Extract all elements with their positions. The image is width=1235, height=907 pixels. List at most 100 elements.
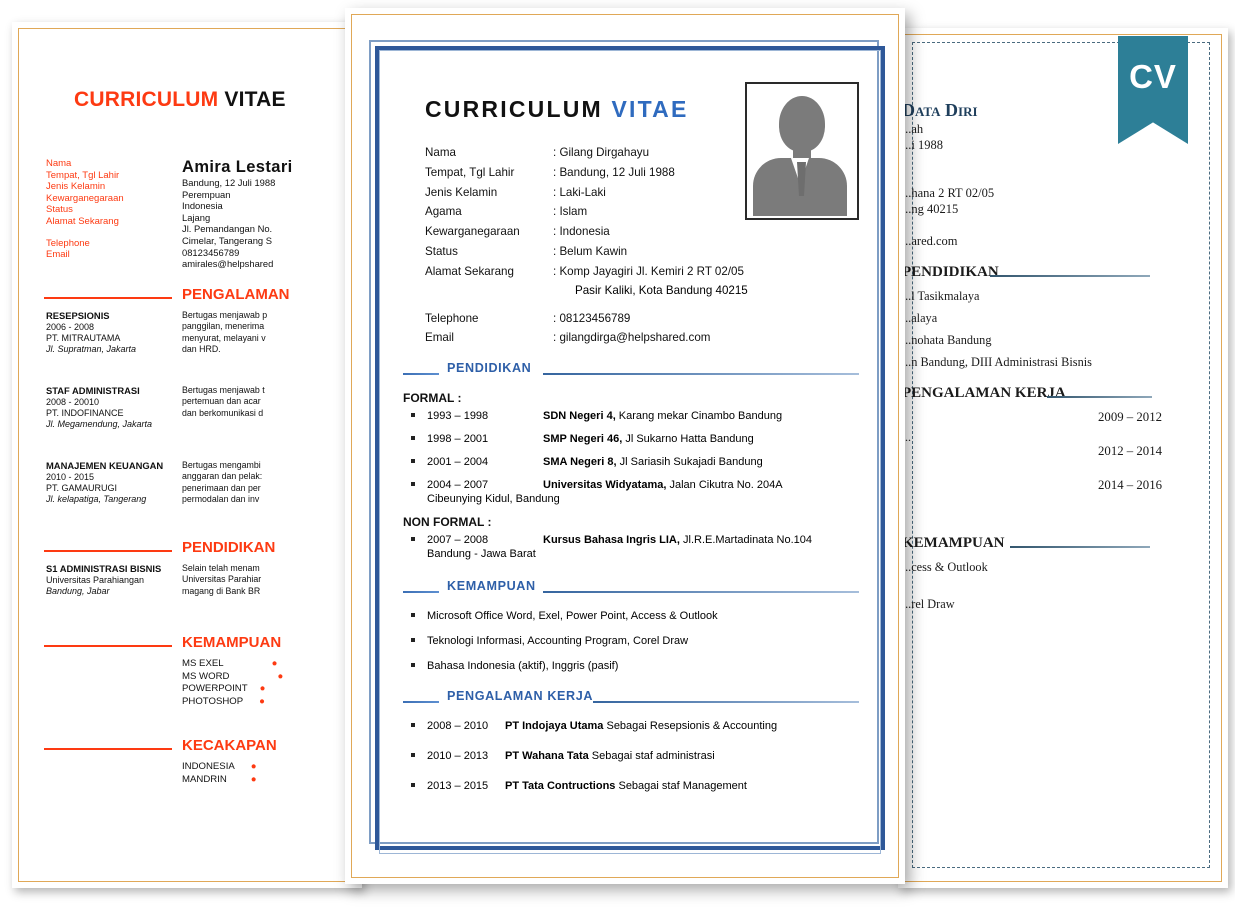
work-role-1: Sebagai staf administrasi xyxy=(588,750,715,763)
section-rule xyxy=(44,645,172,647)
section-title-pengalaman: PENGALAMAN xyxy=(182,286,290,303)
right-skill-item: ...cess & Outlook xyxy=(902,560,988,574)
left-section-skills: KEMAMPUAN xyxy=(36,632,352,658)
skill-0: MS EXEL xyxy=(182,658,224,669)
work-company-0: PT Indojaya Utama xyxy=(505,720,604,733)
value-status: : Belum Kawin xyxy=(553,244,628,258)
section-title-kecakapan: KECAKAPAN xyxy=(182,737,277,754)
section-rule xyxy=(1010,546,1150,548)
work-role-2: Sebagai staf Management xyxy=(615,780,747,793)
right-section-title-pendidikan: PENDIDIKAN xyxy=(902,264,999,280)
value-address-1: Jl. Pemandangan No. xyxy=(182,223,273,235)
exp-desc-2-0: Bertugas mengambi xyxy=(182,460,261,470)
work-company-1: PT Wahana Tata xyxy=(505,750,589,763)
value-tempat-tgl-lahir: : Bandung, 12 Juli 1988 xyxy=(553,165,675,179)
value-telephone: : 08123456789 xyxy=(553,311,631,325)
exp-years-0: 2006 - 2008 xyxy=(46,322,95,332)
value-nama: : Gilang Dirgahayu xyxy=(553,146,650,159)
exp-company-2: PT. GAMAURUGI xyxy=(46,483,118,493)
left-identity-labels: Nama Tempat, Tgl Lahir Jenis Kelamin Kew… xyxy=(46,158,124,261)
label-telephone: Telephone xyxy=(425,311,479,325)
value-nationality: Indonesia xyxy=(182,200,223,212)
section-rule-right xyxy=(543,591,859,594)
education-entry: 2004 – 2007 Universitas Widyatama, Jalan… xyxy=(403,478,859,506)
left-experience-item: RESEPSIONIS 2006 - 2008 PT. MITRAUTAMA J… xyxy=(36,310,352,370)
exp-place-0: Jl. Supratman, Jakarta xyxy=(46,344,137,354)
section-rule xyxy=(990,275,1150,277)
left-identity-values: Amira Lestari Bandung, 12 Juli 1988 Pere… xyxy=(182,158,293,270)
label-nama: Nama xyxy=(46,158,72,169)
language-0: INDONESIA xyxy=(182,761,235,772)
nonformal-course-0: Kursus Bahasa Ingris LIA, xyxy=(543,534,680,547)
edu-school-1: SMP Negeri 46, xyxy=(543,433,623,446)
identity-row: Nama : Gilang Dirgahayu xyxy=(403,143,859,163)
value-kewarganegaraan: : Indonesia xyxy=(553,225,610,239)
exp-years-1: 2008 - 20010 xyxy=(46,397,100,407)
left-resume-page[interactable]: CURRICULUM VITAE Nama Tempat, Tgl Lahir … xyxy=(12,22,362,888)
identity-row: Alamat Sekarang : Komp Jayagiri Jl. Kemi… xyxy=(403,262,859,282)
left-page-title: CURRICULUM VITAE xyxy=(74,88,352,112)
edu-place: Bandung, Jabar xyxy=(46,586,110,596)
exp-desc-2-2: penerimaan dan per xyxy=(182,482,261,493)
nonformal-detail-0-line2: Bandung - Jawa Barat xyxy=(427,548,536,561)
label-agama: Agama xyxy=(425,205,462,219)
edu-school-0: SDN Negeri 4, xyxy=(543,410,616,423)
label-kewarganegaraan: Kewarganegaraan xyxy=(425,225,520,239)
exp-desc-0-3: dan HRD. xyxy=(182,343,221,354)
center-resume-page[interactable]: CURRICULUM VITAE Nama : Gilang Dirgahayu… xyxy=(345,8,905,884)
right-education-item: ...alaya xyxy=(902,311,938,325)
value-alamat-continued: Pasir Kaliki, Kota Bandung 40215 xyxy=(575,283,748,297)
value-address-2: Cimelar, Tangerang S xyxy=(182,234,272,246)
exp-role-2: MANAJEMEN KEUANGAN xyxy=(46,460,164,471)
label-status: Status xyxy=(425,244,458,258)
center-section-experience: PENGALAMAN KERJA xyxy=(403,689,859,713)
section-rule xyxy=(44,748,172,750)
label-jenis-kelamin: Jenis Kelamin xyxy=(46,181,106,193)
identity-row: Tempat, Tgl Lahir : Bandung, 12 Juli 198… xyxy=(403,163,859,183)
skill-item: Bahasa Indonesia (aktif), Inggris (pasif… xyxy=(403,659,859,673)
education-entry: 1993 – 1998 SDN Negeri 4, Karang mekar C… xyxy=(403,409,859,423)
section-title-pendidikan: PENDIDIKAN xyxy=(182,539,276,556)
value-phone: 08123456789 xyxy=(182,246,240,258)
label-alamat-sekarang: Alamat Sekarang xyxy=(425,264,514,278)
section-rule-left xyxy=(403,373,439,376)
edu-detail-0: Karang mekar Cinambo Bandung xyxy=(615,410,783,423)
cv-badge-label: CV xyxy=(1129,58,1177,95)
value-gender: Perempuan xyxy=(182,188,231,200)
value-status: Lajang xyxy=(182,211,211,223)
edu-school: Universitas Parahiangan xyxy=(46,575,145,585)
right-resume-content: Data Diri ...ah ...i 1988 ...hana 2 RT 0… xyxy=(898,28,1228,888)
identity-row: Agama : Islam xyxy=(403,202,859,222)
section-title-pengalaman-kerja: PENGALAMAN KERJA xyxy=(447,689,594,704)
work-years-0: 2008 – 2010 xyxy=(427,720,489,733)
exp-desc-2-1: anggaran dan pelak: xyxy=(182,471,263,482)
left-section-languages: KECAKAPAN xyxy=(36,735,352,761)
right-education-item: ...l Tasikmalaya xyxy=(902,289,980,303)
section-title-pendidikan: PENDIDIKAN xyxy=(447,361,532,376)
label-email: Email xyxy=(46,249,70,261)
right-section-education: PENDIDIKAN xyxy=(902,263,1220,283)
section-rule-left xyxy=(403,701,439,704)
edu-years-0: 1993 – 1998 xyxy=(427,410,489,423)
title-curriculum: CURRICULUM xyxy=(425,96,603,122)
exp-place-2: Jl. kelapatiga, Tangerang xyxy=(46,494,147,504)
exp-desc-1-2: dan berkomunikasi d xyxy=(182,407,264,418)
identity-row: Telephone : 08123456789 xyxy=(403,309,859,329)
work-years-2: 2013 – 2015 xyxy=(427,780,489,793)
value-birth: Bandung, 12 Juli 1988 xyxy=(182,177,276,188)
identity-row: Jenis Kelamin : Laki-Laki xyxy=(403,183,859,203)
subheading-non-formal: NON FORMAL : xyxy=(403,515,492,530)
edu-detail-1: Jl Sukarno Hatta Bandung xyxy=(622,433,754,446)
right-resume-page[interactable]: Data Diri ...ah ...i 1988 ...hana 2 RT 0… xyxy=(898,28,1228,888)
right-education-item: ...n Bandung, DIII Administrasi Bisnis xyxy=(902,355,1092,369)
label-nama: Nama xyxy=(425,146,456,159)
exp-desc-1-1: pertemuan dan acar xyxy=(182,396,261,407)
right-experience-item: 2012 – 2014 ... xyxy=(902,430,1220,478)
exp-role-1: STAF ADMINISTRASI xyxy=(46,385,140,396)
nonformal-detail-0: Jl.R.E.Martadinata No.104 xyxy=(679,534,813,547)
value-agama: : Islam xyxy=(553,205,588,219)
label-jenis-kelamin: Jenis Kelamin xyxy=(425,185,498,199)
value-alamat-sekarang: : Komp Jayagiri Jl. Kemiri 2 RT 02/05 xyxy=(553,264,744,278)
right-exp-years-0: 2009 – 2012 xyxy=(1098,410,1162,424)
edu-years-1: 1998 – 2001 xyxy=(427,433,489,446)
